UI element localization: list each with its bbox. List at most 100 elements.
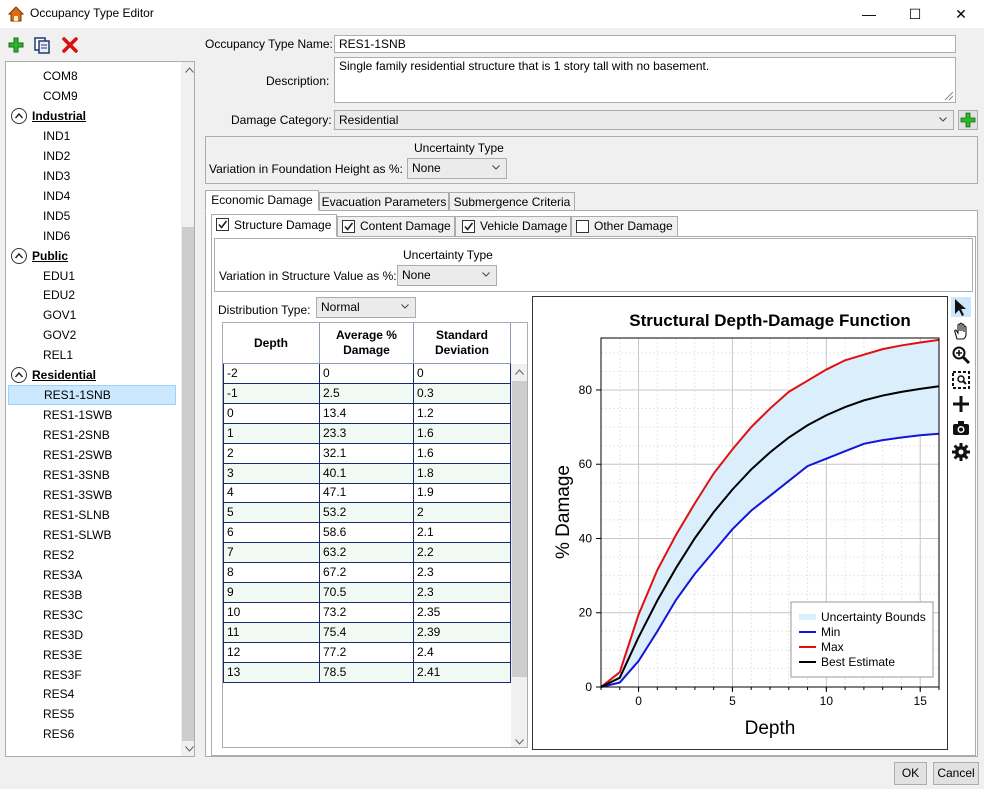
gear-icon[interactable]	[951, 442, 971, 462]
average-damage-cell[interactable]: 73.2	[320, 602, 414, 623]
structure-uncertainty-dropdown[interactable]: None	[397, 265, 497, 286]
tree-item[interactable]: RES3C	[6, 605, 174, 625]
tree-item[interactable]: RES5	[6, 704, 174, 724]
average-damage-cell[interactable]: 32.1	[320, 443, 414, 464]
minimize-button[interactable]: —	[846, 0, 892, 28]
std-dev-cell[interactable]: 1.2	[414, 403, 511, 424]
tree-item[interactable]: REL1	[6, 345, 174, 365]
depth-cell[interactable]: 0	[223, 403, 320, 424]
depth-column-header[interactable]: Depth	[223, 323, 320, 364]
depth-cell[interactable]: -1	[223, 383, 320, 404]
tree-item[interactable]: RES4	[6, 684, 174, 704]
depth-cell[interactable]: 11	[223, 622, 320, 643]
subtab-vehicle-damage[interactable]: Vehicle Damage	[455, 216, 571, 237]
depth-cell[interactable]: 9	[223, 582, 320, 603]
tree-scrollbar-thumb[interactable]	[182, 227, 194, 741]
subtab-other-damage[interactable]: Other Damage	[571, 216, 678, 237]
depth-cell[interactable]: 12	[223, 642, 320, 663]
depth-cell[interactable]: 5	[223, 503, 320, 524]
collapse-toggle-icon[interactable]	[11, 367, 27, 384]
tree-item[interactable]: RES1-SLNB	[6, 505, 174, 525]
std-dev-cell[interactable]: 2.35	[414, 602, 511, 623]
std-dev-cell[interactable]: 2.39	[414, 622, 511, 643]
scroll-down-icon[interactable]	[185, 746, 194, 752]
std-dev-cell[interactable]: 2	[414, 503, 511, 524]
tree-item[interactable]: RES3D	[6, 625, 174, 645]
depth-cell[interactable]: 3	[223, 463, 320, 484]
std-dev-column-header[interactable]: Standard Deviation	[414, 323, 511, 364]
tree-item[interactable]: COM9	[6, 86, 174, 106]
tree-item[interactable]: IND6	[6, 226, 174, 246]
tree-item[interactable]: RES3F	[6, 665, 174, 685]
std-dev-cell[interactable]: 2.3	[414, 563, 511, 583]
std-dev-cell[interactable]: 1.6	[414, 443, 511, 464]
std-dev-cell[interactable]: 1.8	[414, 463, 511, 484]
tree-item[interactable]: RES1-SLWB	[6, 525, 174, 545]
camera-icon[interactable]	[951, 418, 971, 438]
depth-cell[interactable]: 6	[223, 523, 320, 544]
tree-item[interactable]: RES3E	[6, 645, 174, 665]
distribution-type-dropdown[interactable]: Normal	[316, 297, 416, 318]
average-damage-cell[interactable]: 70.5	[320, 582, 414, 603]
std-dev-cell[interactable]: 2.2	[414, 543, 511, 564]
pan-hand-icon[interactable]	[951, 321, 971, 341]
copy-icon[interactable]	[33, 36, 51, 54]
tree-item[interactable]: EDU2	[6, 285, 174, 305]
average-damage-cell[interactable]: 67.2	[320, 563, 414, 583]
std-dev-cell[interactable]: 1.6	[414, 423, 511, 444]
tree-item[interactable]: RES1-1SWB	[6, 405, 174, 425]
cancel-button[interactable]: Cancel	[933, 762, 979, 785]
zoom-box-icon[interactable]	[951, 370, 971, 390]
collapse-toggle-icon[interactable]	[11, 247, 27, 264]
collapse-toggle-icon[interactable]	[11, 107, 27, 124]
tree-item[interactable]: IND2	[6, 146, 174, 166]
average-damage-cell[interactable]: 75.4	[320, 622, 414, 643]
damage-category-dropdown[interactable]: Residential	[334, 110, 954, 130]
tree-item[interactable]: GOV2	[6, 325, 174, 345]
average-damage-cell[interactable]: 58.6	[320, 523, 414, 544]
std-dev-cell[interactable]: 0.3	[414, 383, 511, 404]
zoom-in-icon[interactable]	[951, 345, 971, 365]
std-dev-cell[interactable]: 0	[414, 364, 511, 384]
chart-panel[interactable]: Structural Depth-Damage Function 0 5 10 15 0 2…	[532, 296, 948, 750]
depth-cell[interactable]: -2	[223, 364, 320, 384]
maximize-button[interactable]: ☐	[892, 0, 938, 28]
tree-item[interactable]: IND3	[6, 166, 174, 186]
tree-item[interactable]: RES1-1SNB	[8, 385, 176, 406]
subtab-content-damage[interactable]: Content Damage	[337, 216, 455, 237]
std-dev-cell[interactable]: 2.4	[414, 642, 511, 663]
vehicle-damage-checkbox[interactable]	[462, 220, 475, 233]
std-dev-cell[interactable]: 2.3	[414, 582, 511, 603]
add-category-icon[interactable]	[958, 110, 978, 130]
tree-item[interactable]: RES2	[6, 545, 174, 565]
tree-item[interactable]: GOV1	[6, 305, 174, 325]
tree-item[interactable]: RES3A	[6, 565, 174, 585]
tab-evacuation-parameters[interactable]: Evacuation Parameters	[319, 192, 449, 211]
crosshair-icon[interactable]	[951, 394, 971, 414]
depth-cell[interactable]: 4	[223, 483, 320, 504]
tree-item[interactable]: RES6	[6, 724, 174, 744]
average-damage-column-header[interactable]: Average % Damage	[320, 323, 414, 364]
average-damage-cell[interactable]: 77.2	[320, 642, 414, 663]
depth-damage-table[interactable]: Depth Average % Damage Standard Deviation -…	[222, 322, 528, 748]
std-dev-cell[interactable]: 2.1	[414, 523, 511, 544]
foundation-uncertainty-dropdown[interactable]: None	[407, 158, 507, 179]
depth-cell[interactable]: 8	[223, 563, 320, 583]
description-input[interactable]: Single family residential structure that…	[334, 57, 956, 103]
depth-cell[interactable]: 2	[223, 443, 320, 464]
std-dev-cell[interactable]: 2.41	[414, 662, 511, 683]
average-damage-cell[interactable]: 40.1	[320, 463, 414, 484]
depth-cell[interactable]: 13	[223, 662, 320, 683]
occupancy-tree[interactable]: COM8 COM9 Industrial IND1 IND2 IND3 IND4 IND5 IN…	[5, 61, 195, 757]
scroll-down-icon[interactable]	[515, 739, 524, 745]
tab-submergence-criteria[interactable]: Submergence Criteria	[449, 192, 575, 211]
tree-item[interactable]: COM8	[6, 66, 174, 86]
depth-cell[interactable]: 7	[223, 543, 320, 564]
scroll-up-icon[interactable]	[185, 67, 194, 73]
add-icon[interactable]	[7, 36, 25, 54]
tree-item[interactable]: RES1-3SWB	[6, 485, 174, 505]
tree-category-industrial[interactable]: Industrial	[6, 106, 86, 126]
average-damage-cell[interactable]: 23.3	[320, 423, 414, 444]
tab-economic-damage[interactable]: Economic Damage	[205, 190, 319, 211]
delete-icon[interactable]	[61, 36, 79, 54]
